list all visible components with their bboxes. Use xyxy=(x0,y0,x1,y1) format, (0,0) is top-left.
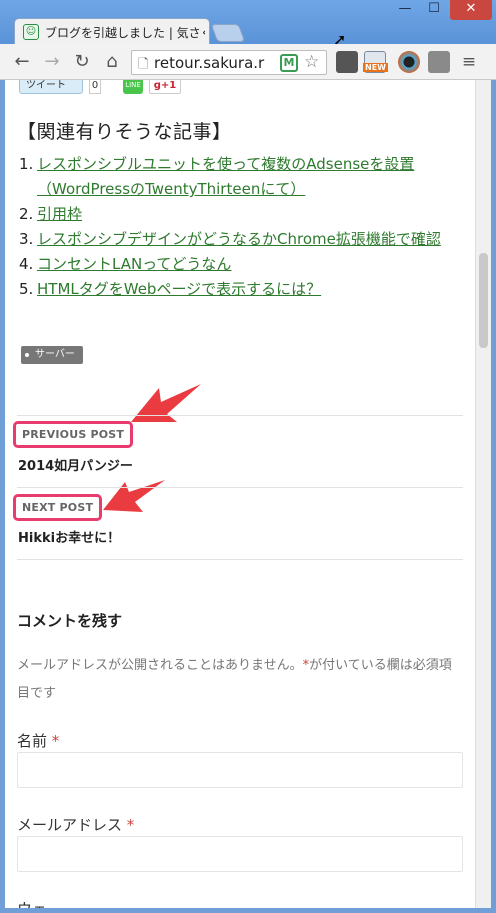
email-label: メールアドレス * xyxy=(17,814,134,835)
forward-arrow-icon[interactable]: → xyxy=(42,51,62,73)
required-star: * xyxy=(126,816,135,834)
note-text: メールアドレスが公開されることはありません。 xyxy=(17,658,303,673)
new-tab-button[interactable] xyxy=(210,24,246,42)
list-item: 2. 引用枠 xyxy=(5,202,465,227)
extension-icon[interactable] xyxy=(336,51,358,73)
comment-heading: コメントを残す xyxy=(17,612,123,630)
address-bar[interactable]: 🗋 retour.sakura.r M ☆ xyxy=(131,50,327,75)
browser-toolbar: ← → ↻ ⌂ 🗋 retour.sakura.r M ☆ NEW ≡ xyxy=(0,44,496,80)
list-item: 3. レスポンシブデザインがどうなるかChrome拡張機能で確認 xyxy=(5,227,465,252)
email-field[interactable] xyxy=(17,836,463,872)
related-link[interactable]: コンセントLANってどうなん xyxy=(37,255,231,273)
related-link[interactable]: HTMLタグをWebページで表示するには？ xyxy=(37,280,321,298)
previous-post-link[interactable]: 2014如月パンジー xyxy=(18,455,133,474)
divider xyxy=(17,559,463,560)
name-field[interactable] xyxy=(17,752,463,788)
reload-icon[interactable]: ↻ xyxy=(72,51,92,73)
home-icon[interactable]: ⌂ xyxy=(102,51,122,73)
list-number: 2. xyxy=(19,205,34,223)
window-titlebar: — ☐ ✕ ☺ ブログを引越しました | 気さく ➚ xyxy=(0,0,496,49)
page-viewport: ツイート 0 LINE g+1 【関連有りそうな記事】 1. レスポンシブルユニ… xyxy=(5,80,475,908)
tweet-count: 0 xyxy=(89,80,101,94)
site-favicon-icon: ☺ xyxy=(23,24,39,40)
back-arrow-icon[interactable]: ← xyxy=(12,51,32,73)
new-badge: NEW xyxy=(363,63,388,72)
related-heading: 【関連有りそうな記事】 xyxy=(17,121,232,143)
list-number: 4. xyxy=(19,255,34,273)
website-label: ウェ xyxy=(17,898,47,908)
camera-icon[interactable] xyxy=(428,51,450,73)
star-icon[interactable]: ☆ xyxy=(304,52,319,72)
related-link[interactable]: レスポンシブデザインがどうなるかChrome拡張機能で確認 xyxy=(37,230,441,248)
browser-tab[interactable]: ☺ ブログを引越しました | 気さく xyxy=(14,18,210,44)
list-item: 5. HTMLタグをWebページで表示するには？ xyxy=(5,277,465,302)
divider xyxy=(17,487,463,488)
annotation-arrow-icon xyxy=(131,384,201,422)
menu-icon[interactable]: ≡ xyxy=(458,51,480,73)
name-label: 名前 * xyxy=(17,730,59,751)
list-number: 5. xyxy=(19,280,34,298)
screenshot-extension-icon[interactable]: NEW xyxy=(363,51,388,73)
google-plus-button[interactable]: g+1 xyxy=(149,80,181,94)
related-link[interactable]: 引用枠 xyxy=(37,205,82,223)
tweet-label: ツイート xyxy=(26,80,66,91)
comment-note: メールアドレスが公開されることはありません。*が付いている欄は必須項目です xyxy=(17,652,463,708)
related-link[interactable]: レスポンシブルユニットを使って複数のAdsenseを設置（WordPressのT… xyxy=(37,155,414,198)
required-star: * xyxy=(51,732,60,750)
next-post-link[interactable]: Hikkiお幸せに！ xyxy=(18,527,120,546)
close-window-button[interactable]: ✕ xyxy=(450,0,492,20)
category-tag[interactable]: サーバー xyxy=(21,346,83,364)
page-icon: 🗋 xyxy=(138,57,149,72)
url-text: retour.sakura.r xyxy=(154,54,265,72)
annotation-arrow-icon xyxy=(103,480,165,512)
list-item: 1. レスポンシブルユニットを使って複数のAdsenseを設置（WordPres… xyxy=(5,152,465,202)
previous-post-label: PREVIOUS POST xyxy=(13,421,134,448)
color-picker-icon[interactable] xyxy=(398,51,420,73)
divider xyxy=(17,415,463,416)
list-number: 3. xyxy=(19,230,34,248)
list-item: 4. コンセントLANってどうなん xyxy=(5,252,465,277)
next-post-label: NEXT POST xyxy=(13,494,103,521)
bookmark-m-icon[interactable]: M xyxy=(280,54,298,72)
tab-title: ブログを引越しました | 気さく xyxy=(45,26,205,40)
related-posts-list: 1. レスポンシブルユニットを使って複数のAdsenseを設置（WordPres… xyxy=(5,152,465,302)
label-text: メールアドレス xyxy=(17,816,123,834)
tweet-button[interactable]: ツイート xyxy=(19,80,83,94)
minimize-button[interactable]: — xyxy=(392,0,418,20)
label-text: 名前 xyxy=(17,732,48,750)
scroll-thumb[interactable] xyxy=(479,253,488,348)
maximize-button[interactable]: ☐ xyxy=(421,0,447,20)
line-share-button[interactable]: LINE xyxy=(123,80,143,94)
vertical-scrollbar[interactable] xyxy=(475,80,491,908)
list-number: 1. xyxy=(19,155,34,173)
